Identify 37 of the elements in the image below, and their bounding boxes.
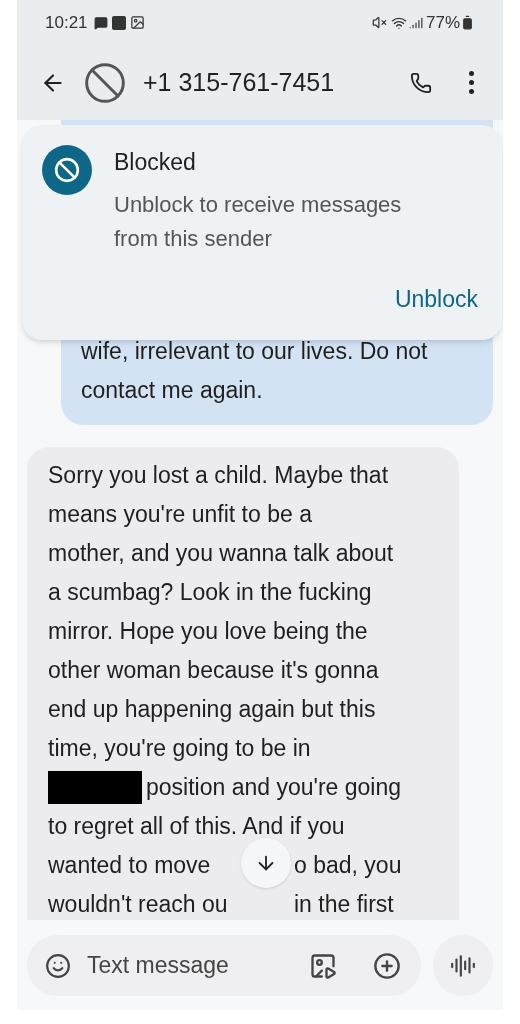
blocked-title: Blocked <box>114 148 196 177</box>
add-icon[interactable] <box>372 951 401 980</box>
message-input-field[interactable]: Text message <box>87 948 287 983</box>
chat-icon <box>93 15 108 30</box>
emoji-icon[interactable] <box>45 952 71 979</box>
status-time: 10:21 <box>45 11 88 34</box>
blocked-icon <box>42 145 92 195</box>
signal-icon <box>408 15 423 30</box>
gallery-icon[interactable] <box>308 951 337 980</box>
message-text-line: contact me again. <box>81 376 263 405</box>
message-text-line: a scumbag? Look in the fucking <box>48 578 372 607</box>
message-text-line: time, you're going to be in <box>48 734 311 763</box>
message-text-line: in the first <box>294 890 394 919</box>
more-icon <box>468 71 474 94</box>
message-text-line: Sorry you lost a child. Maybe that <box>48 461 389 490</box>
message-text-line: mother, and you wanna talk about <box>48 539 394 568</box>
message-text-line: wanted to move <box>48 851 211 880</box>
blocked-avatar-icon <box>83 60 127 105</box>
mute-icon <box>371 15 387 30</box>
phone-icon <box>410 71 432 94</box>
message-text-line: end up happening again but this <box>48 695 376 724</box>
message-text-line: wouldn't reach ou <box>48 890 228 919</box>
voice-wave-icon <box>449 952 476 979</box>
message-text-line: o bad, you <box>294 851 402 880</box>
message-text-line: to regret all of this. And if you <box>48 812 345 841</box>
message-text-line: mirror. Hope you love being the <box>48 617 368 646</box>
image-icon <box>129 15 145 30</box>
message-composer[interactable]: Text message <box>27 935 421 996</box>
message-text-line: wife, irrelevant to our lives. Do not <box>81 337 428 366</box>
unblock-button[interactable]: Unblock <box>394 281 478 316</box>
blocked-description: Unblock to receive messages from this sender <box>114 190 403 253</box>
message-text-line: position and you're going <box>146 773 402 802</box>
battery-icon <box>460 15 475 30</box>
message-text-line: other woman because it's gonna <box>48 656 379 685</box>
battery-percent: 77% <box>425 11 460 34</box>
contact-number: +1 315-761-7451 <box>143 66 335 98</box>
message-text-line: means you're unfit to be a <box>48 500 312 529</box>
